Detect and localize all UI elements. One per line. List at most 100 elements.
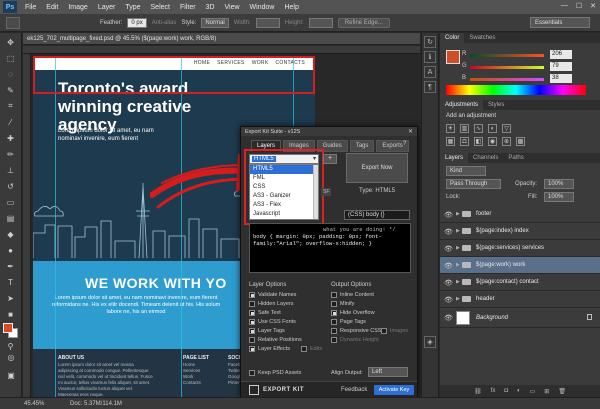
layer-row[interactable]: 👁 ▶ $(page:index) index — [440, 223, 600, 240]
stamp-tool-icon[interactable]: ⊥ — [4, 163, 18, 177]
layer-tags-checkbox[interactable]: Layer Tags — [249, 328, 285, 334]
menu-edit[interactable]: Edit — [46, 4, 58, 11]
gradient-tool-icon[interactable]: ▤ — [4, 211, 18, 225]
screen-mode-icon[interactable]: ▣ — [4, 368, 18, 382]
visibility-eye-icon[interactable]: 👁 — [444, 228, 453, 236]
blue-slider[interactable]: B 38 — [462, 74, 600, 84]
green-value-input[interactable]: 79 — [550, 62, 572, 71]
keep-psd-assets-checkbox[interactable]: Keep PSD Assets — [249, 370, 301, 376]
eyedropper-tool-icon[interactable]: ⁄ — [4, 115, 18, 129]
current-color-swatch[interactable] — [446, 50, 460, 64]
red-slider-track[interactable] — [470, 54, 544, 57]
menu-file[interactable]: File — [25, 4, 36, 11]
blue-value-input[interactable]: 38 — [550, 74, 572, 83]
visibility-eye-icon[interactable]: 👁 — [444, 314, 453, 322]
anti-alias-checkbox[interactable]: Anti-alias — [152, 20, 177, 26]
crop-tool-icon[interactable]: ⌗ — [4, 99, 18, 113]
checkbox-box[interactable] — [249, 292, 255, 298]
expand-arrow-icon[interactable]: ▶ — [456, 245, 460, 251]
history-brush-tool-icon[interactable]: ↺ — [4, 179, 18, 193]
refine-edge-button[interactable]: Refine Edge... — [337, 17, 390, 28]
checkbox-box[interactable] — [331, 337, 337, 343]
activate-key-button[interactable]: Activate Key — [374, 385, 414, 395]
menu-layer[interactable]: Layer — [98, 4, 116, 11]
checkbox-box[interactable] — [381, 328, 387, 334]
layer-row[interactable]: 👁 ▶ footer — [440, 206, 600, 223]
menu-help[interactable]: Help — [284, 4, 298, 11]
exposure-icon[interactable]: ◐ — [488, 124, 497, 133]
responsive-css-checkbox[interactable]: Responsive CSS — [331, 328, 382, 334]
css-selector-select[interactable]: (CSS) body {} — [344, 210, 410, 220]
checkbox-box[interactable] — [249, 337, 255, 343]
paragraph-panel-icon[interactable]: ¶ — [424, 81, 436, 93]
export-now-button[interactable]: Export Now — [346, 153, 408, 183]
pen-tool-icon[interactable]: ✒ — [4, 259, 18, 273]
expand-arrow-icon[interactable]: ▶ — [456, 296, 460, 302]
hidden-layers-checkbox[interactable]: Hidden Layers — [249, 301, 293, 307]
guide-line[interactable] — [55, 56, 56, 399]
horizontal-ruler[interactable] — [23, 46, 420, 54]
checkbox-box[interactable] — [249, 328, 255, 334]
checkbox-box[interactable] — [249, 310, 255, 316]
minimize-button[interactable]: — — [561, 2, 568, 10]
healing-tool-icon[interactable]: ✚ — [4, 131, 18, 145]
menu-image[interactable]: Image — [68, 4, 87, 11]
fill-input[interactable]: 100% — [544, 192, 574, 202]
curves-icon[interactable]: ∿ — [474, 124, 483, 133]
brightness-icon[interactable]: ☀ — [446, 124, 455, 133]
3d-panel-icon[interactable]: ◈ — [424, 336, 436, 348]
fx-icon[interactable]: fx — [491, 388, 496, 394]
align-output-select[interactable]: Left — [368, 367, 408, 377]
blue-slider-track[interactable] — [470, 78, 544, 81]
tab-layers-panel[interactable]: Layers — [440, 153, 469, 163]
use-css-fonts-checkbox[interactable]: Use CSS Fonts — [249, 319, 296, 325]
help-icon[interactable]: ? — [403, 141, 406, 147]
path-select-tool-icon[interactable]: ➤ — [4, 291, 18, 305]
checkbox-box[interactable] — [331, 301, 337, 307]
page-tags-checkbox[interactable]: Page Tags — [331, 319, 366, 325]
menu-filter[interactable]: Filter — [180, 4, 196, 11]
relative-positions-checkbox[interactable]: Relative Positions — [249, 337, 302, 343]
safe-text-checkbox[interactable]: Safe Text — [249, 310, 281, 316]
link-layers-icon[interactable]: ⛓ — [474, 388, 482, 395]
green-slider[interactable]: G 79 — [462, 62, 600, 72]
expand-arrow-icon[interactable]: ▶ — [456, 211, 460, 217]
checkbox-box[interactable] — [249, 319, 255, 325]
new-layer-icon[interactable]: ⊞ — [544, 388, 549, 395]
layer-mask-icon[interactable]: ◘ — [504, 388, 508, 394]
hide-overflow-checkbox[interactable]: Hide Overflow — [331, 310, 375, 316]
layer-filter-kind-select[interactable]: Kind — [446, 166, 486, 176]
hue-saturation-icon[interactable]: ▦ — [446, 137, 455, 146]
channel-mixer-icon[interactable]: ⊕ — [502, 137, 511, 146]
character-panel-icon[interactable]: A — [424, 66, 436, 78]
width-input[interactable] — [255, 17, 280, 28]
inline-content-checkbox[interactable]: Inline Content — [331, 292, 374, 298]
expand-arrow-icon[interactable]: ▶ — [456, 262, 460, 268]
tab-adjustments[interactable]: Adjustments — [440, 100, 484, 110]
checkbox-box[interactable] — [249, 346, 255, 352]
menu-window[interactable]: Window — [250, 4, 275, 11]
visibility-eye-icon[interactable]: 👁 — [444, 296, 453, 304]
color-balance-icon[interactable]: ⚖ — [460, 137, 469, 146]
layer-row[interactable]: 👁 ▶ header — [440, 291, 600, 308]
blend-mode-select[interactable]: Pass Through — [446, 179, 501, 189]
tab-styles[interactable]: Styles — [483, 100, 509, 110]
color-spectrum-bar[interactable] — [446, 85, 586, 95]
checkbox-box[interactable] — [331, 292, 337, 298]
shape-tool-icon[interactable]: ■ — [4, 307, 18, 321]
brush-tool-icon[interactable]: ✏ — [4, 147, 18, 161]
layer-row[interactable]: 👁 ▶ $(page:contact) contact — [440, 274, 600, 291]
validate-names-checkbox[interactable]: Validate Names — [249, 292, 296, 298]
height-input[interactable] — [308, 17, 333, 28]
adjustment-layer-icon[interactable]: ◐ — [517, 388, 521, 394]
tab-paths[interactable]: Paths — [503, 153, 528, 163]
close-window-button[interactable]: ✕ — [590, 2, 596, 10]
menu-type[interactable]: Type — [125, 4, 140, 11]
checkbox-box[interactable] — [301, 346, 307, 352]
type-tool-icon[interactable]: T — [4, 275, 18, 289]
background-layer-row[interactable]: 👁 Background — [440, 308, 600, 328]
zoom-level-input[interactable]: 45.45% — [24, 401, 44, 407]
red-slider[interactable]: R 206 — [462, 50, 600, 60]
layer-row-selected[interactable]: 👁 ▶ $(page:work) work — [440, 257, 600, 274]
quick-select-tool-icon[interactable]: ✎ — [4, 83, 18, 97]
